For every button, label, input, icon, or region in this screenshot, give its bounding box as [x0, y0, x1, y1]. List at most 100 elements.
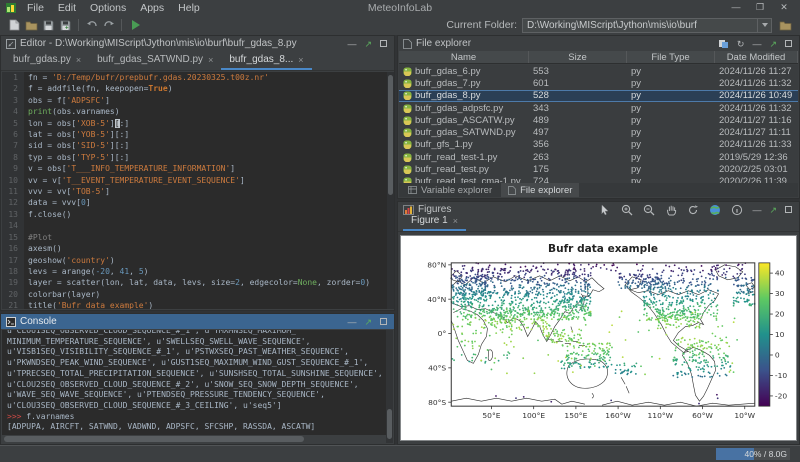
table-row[interactable]: bufr_gfs_1.py356py2024/11/26 11:33 [399, 139, 798, 151]
table-row[interactable]: bufr_gdas_8.py528py2024/11/26 10:49 [399, 90, 798, 102]
table-row[interactable]: bufr_read_test-1.py263py2019/5/29 12:36 [399, 151, 798, 163]
menu-item-edit[interactable]: Edit [51, 2, 83, 14]
figures-float-icon[interactable]: ↗ [769, 205, 777, 215]
editor-tab-2[interactable]: bufr_gdas_SATWND.py× [89, 51, 221, 70]
code-line[interactable]: 15#Plot [2, 232, 393, 243]
code-line[interactable]: 20colorbar(layer) [2, 289, 393, 300]
console-output[interactable]: u'CLOU1SEQ_OBSERVED_CLOUD_SEQUENCE_#_1',… [2, 330, 386, 435]
code-line[interactable]: 6lat = obs['YOB-5'][:] [2, 129, 393, 140]
fileexp-maximize-icon[interactable] [785, 40, 792, 47]
tab-figure-1[interactable]: Figure 1 × [403, 212, 466, 231]
editor-tab-1[interactable]: bufr_gdas.py× [5, 51, 89, 70]
figures-minimize-icon[interactable]: — [752, 205, 761, 215]
console-line: [ADPUPA, AIRCFT, SATWND, VADWND, ADPSFC,… [7, 422, 386, 433]
column-header-name[interactable]: Name [399, 51, 529, 63]
save-as-button[interactable]: + [57, 17, 74, 33]
svg-text:10: 10 [775, 330, 785, 339]
code-line[interactable]: 16axesm() [2, 243, 393, 254]
fileexp-float-icon[interactable]: ↗ [769, 39, 777, 49]
zoom-out-icon[interactable] [642, 203, 656, 216]
redo-button[interactable] [100, 17, 117, 33]
editor-scroll-thumb[interactable] [388, 75, 393, 195]
zoom-in-icon[interactable] [620, 203, 634, 216]
code-line[interactable]: 7sid = obs['SID-5'][:] [2, 140, 393, 151]
code-line[interactable]: 19layer = scatter(lon, lat, data, levs, … [2, 277, 393, 288]
column-header-size[interactable]: Size [529, 51, 627, 63]
rotate-icon[interactable] [686, 203, 700, 216]
figure-canvas[interactable]: Bufr data example 50°E100°E150°E160°W110… [400, 235, 797, 441]
close-button[interactable]: ✕ [772, 0, 796, 15]
code-line[interactable]: 21title('Bufr data example') [2, 300, 393, 309]
open-folder-button[interactable] [23, 17, 40, 33]
figures-maximize-icon[interactable] [785, 206, 792, 213]
close-icon[interactable]: × [208, 55, 213, 65]
console-hscroll-thumb[interactable] [4, 436, 304, 442]
column-header-date-modified[interactable]: Date Modified [715, 51, 798, 63]
svg-text:80°N: 80°N [427, 260, 446, 269]
editor-tab-3[interactable]: bufr_gdas_8...× [221, 51, 311, 70]
code-line[interactable]: 13f.close() [2, 209, 393, 220]
editor-float-icon[interactable]: ↗ [364, 39, 372, 49]
save-button[interactable] [40, 17, 57, 33]
code-line[interactable]: 10vv = v['T__EVENT_TEMPERATURE_EVENT_SEQ… [2, 175, 393, 186]
browse-folder-button[interactable] [777, 17, 794, 33]
console-horizontal-scrollbar[interactable] [2, 435, 386, 443]
code-line[interactable]: 5lon = obs['XOB-5'][:] [2, 118, 393, 129]
dock-tab-file-explorer[interactable]: File explorer [501, 183, 579, 197]
table-row[interactable]: bufr_gdas_6.py553py2024/11/26 11:27 [399, 65, 798, 77]
pan-hand-icon[interactable] [664, 203, 678, 216]
undo-button[interactable] [83, 17, 100, 33]
refresh-icon[interactable]: ↻ [737, 39, 745, 49]
close-icon[interactable]: × [453, 216, 458, 226]
table-row[interactable]: bufr_gdas_7.py601py2024/11/26 11:32 [399, 77, 798, 89]
fileexp-minimize-icon[interactable]: — [752, 39, 761, 49]
code-editor[interactable]: 1fn = 'D:/Temp/bufr/prepbufr.gdas.202303… [2, 72, 393, 309]
code-line[interactable]: 18levs = arange(-20, 41, 5) [2, 266, 393, 277]
copy-path-icon[interactable] [718, 39, 729, 49]
code-line[interactable]: 14 [2, 220, 393, 231]
code-line[interactable]: 12data = vvv[0] [2, 197, 393, 208]
code-line[interactable]: 8typ = obs['TYP-5'][:] [2, 152, 393, 163]
code-line[interactable]: 2f = addfile(fn, keepopen=True) [2, 83, 393, 94]
column-header-file-type[interactable]: File Type [627, 51, 715, 63]
minimize-button[interactable]: — [724, 0, 748, 15]
code-line[interactable]: 4print(obs.varnames) [2, 106, 393, 117]
maximize-button[interactable]: ❐ [748, 0, 772, 15]
globe-icon[interactable] [708, 203, 722, 216]
cursor-tool-icon[interactable] [598, 203, 612, 216]
editor-minimize-icon[interactable]: — [347, 39, 356, 49]
table-row[interactable]: bufr_read_test_cma-1.py724py2020/2/26 11… [399, 176, 798, 183]
current-folder-combo[interactable]: D:\Working\MIScript\Jython\mis\io\burf [522, 18, 772, 33]
table-row[interactable]: bufr_gdas_adpsfc.py343py2024/11/26 11:32 [399, 102, 798, 114]
identify-icon[interactable] [730, 203, 744, 216]
menu-item-file[interactable]: File [20, 2, 51, 14]
figure-tab-label: Figure 1 [411, 215, 448, 226]
console-vertical-scrollbar[interactable] [386, 330, 393, 443]
code-line[interactable]: 9v = obs['T___INFO_TEMPERATURE_INFORMATI… [2, 163, 393, 174]
table-row[interactable]: bufr_gdas_ASCATW.py489py2024/11/27 11:16 [399, 114, 798, 126]
code-line[interactable]: 3obs = f['ADPSFC'] [2, 95, 393, 106]
console-scroll-thumb[interactable] [387, 409, 392, 439]
code-line[interactable]: 17geoshow('country') [2, 255, 393, 266]
menu-item-apps[interactable]: Apps [133, 2, 171, 14]
line-number: 19 [2, 277, 24, 288]
close-icon[interactable]: × [298, 55, 303, 65]
console-maximize-icon[interactable] [380, 318, 387, 325]
bufr-map-chart[interactable]: Bufr data example 50°E100°E150°E160°W110… [401, 236, 796, 440]
new-file-button[interactable] [6, 17, 23, 33]
editor-maximize-icon[interactable] [380, 40, 387, 47]
run-script-button[interactable] [126, 17, 143, 33]
table-row[interactable]: bufr_read_test.py175py2020/2/25 03:01 [399, 163, 798, 175]
console-minimize-icon[interactable]: — [347, 317, 356, 327]
code-line[interactable]: 1fn = 'D:/Temp/bufr/prepbufr.gdas.202303… [2, 72, 393, 83]
chevron-down-icon[interactable] [757, 19, 771, 32]
close-icon[interactable]: × [76, 55, 81, 65]
console-float-icon[interactable]: ↗ [364, 317, 372, 327]
code-line[interactable]: 11vvv = vv['TOB-5'] [2, 186, 393, 197]
editor-vertical-scrollbar[interactable] [387, 72, 394, 309]
menu-item-options[interactable]: Options [83, 2, 133, 14]
menu-item-help[interactable]: Help [171, 2, 207, 14]
table-row[interactable]: bufr_gdas_SATWND.py497py2024/11/27 11:11 [399, 126, 798, 138]
dock-tab-variable-explorer[interactable]: Variable explorer [401, 183, 499, 197]
file-date: 2024/11/26 11:32 [715, 103, 798, 114]
